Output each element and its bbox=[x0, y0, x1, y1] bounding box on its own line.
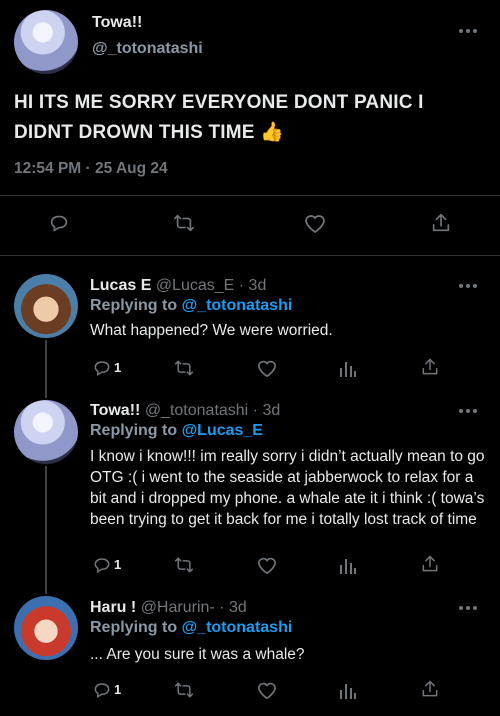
reply-header: Haru ! @Harurin- · 3d bbox=[90, 599, 247, 617]
reply-handle-time[interactable]: @Harurin- · 3d bbox=[141, 599, 247, 616]
reply-author-name[interactable]: Towa!! bbox=[90, 402, 140, 419]
replying-prefix: Replying to bbox=[90, 297, 182, 314]
heart-icon[interactable] bbox=[256, 555, 278, 575]
reply-icon[interactable] bbox=[92, 555, 112, 575]
divider bbox=[0, 195, 500, 196]
reply-header: Lucas E @Lucas_E · 3d bbox=[90, 277, 266, 295]
share-icon[interactable] bbox=[430, 212, 452, 234]
retweet-icon[interactable] bbox=[172, 212, 196, 234]
replying-to: Replying to @_totonatashi bbox=[90, 297, 292, 315]
thread-line bbox=[45, 466, 47, 594]
replying-to: Replying to @Lucas_E bbox=[90, 422, 263, 440]
retweet-icon[interactable] bbox=[173, 358, 195, 378]
analytics-icon[interactable] bbox=[339, 555, 357, 575]
more-dots-icon[interactable] bbox=[458, 283, 478, 289]
replying-to-link[interactable]: @_totonatashi bbox=[182, 619, 293, 636]
reply-author-name[interactable]: Haru ! bbox=[90, 599, 136, 616]
reply-icon[interactable] bbox=[92, 358, 112, 378]
thumbs-up-emoji: 👍 bbox=[260, 122, 284, 143]
divider bbox=[0, 255, 500, 256]
share-icon[interactable] bbox=[420, 357, 440, 377]
replying-to-link[interactable]: @Lucas_E bbox=[182, 422, 263, 439]
avatar[interactable] bbox=[14, 400, 78, 464]
analytics-icon[interactable] bbox=[339, 680, 357, 700]
more-dots-icon[interactable] bbox=[458, 28, 478, 34]
tweet-text: HI ITS ME SORRY EVERYONE DONT PANIC I DI… bbox=[14, 88, 484, 148]
heart-icon[interactable] bbox=[256, 680, 278, 700]
replying-prefix: Replying to bbox=[90, 422, 182, 439]
thread-line bbox=[45, 340, 47, 398]
analytics-icon[interactable] bbox=[339, 358, 357, 378]
reply-author-name[interactable]: Lucas E bbox=[90, 277, 151, 294]
reply-icon[interactable] bbox=[48, 212, 70, 234]
reply-text: I know i know!!! im really sorry i didn’… bbox=[90, 448, 485, 528]
share-icon[interactable] bbox=[420, 679, 440, 699]
retweet-icon[interactable] bbox=[173, 555, 195, 575]
tweet-timestamp[interactable]: 12:54 PM · 25 Aug 24 bbox=[14, 160, 168, 178]
retweet-icon[interactable] bbox=[173, 680, 195, 700]
replying-to-link[interactable]: @_totonatashi bbox=[182, 297, 293, 314]
heart-icon[interactable] bbox=[303, 212, 327, 234]
author-handle[interactable]: @_totonatashi bbox=[92, 40, 203, 58]
heart-icon[interactable] bbox=[256, 358, 278, 378]
reply-handle-time[interactable]: @Lucas_E · 3d bbox=[156, 277, 267, 294]
reply-handle-time[interactable]: @_totonatashi · 3d bbox=[145, 402, 280, 419]
more-dots-icon[interactable] bbox=[458, 408, 478, 414]
replying-prefix: Replying to bbox=[90, 619, 182, 636]
reply-icon[interactable] bbox=[92, 680, 112, 700]
reply-count: 1 bbox=[114, 557, 122, 572]
more-dots-icon[interactable] bbox=[458, 605, 478, 611]
author-name[interactable]: Towa!! bbox=[92, 14, 142, 32]
avatar[interactable] bbox=[14, 10, 78, 74]
replying-to: Replying to @_totonatashi bbox=[90, 619, 292, 637]
tweet-body: HI ITS ME SORRY EVERYONE DONT PANIC I DI… bbox=[14, 92, 424, 143]
reply-header: Towa!! @_totonatashi · 3d bbox=[90, 402, 280, 420]
tweet-thread: Towa!! @_totonatashi HI ITS ME SORRY EVE… bbox=[0, 0, 500, 716]
reply-text: What happened? We were worried. bbox=[90, 322, 333, 339]
avatar[interactable] bbox=[14, 596, 78, 660]
reply-count: 1 bbox=[114, 360, 122, 375]
share-icon[interactable] bbox=[420, 554, 440, 574]
avatar[interactable] bbox=[14, 274, 78, 338]
reply-text: ... Are you sure it was a whale? bbox=[90, 646, 305, 663]
reply-count: 1 bbox=[114, 682, 122, 697]
